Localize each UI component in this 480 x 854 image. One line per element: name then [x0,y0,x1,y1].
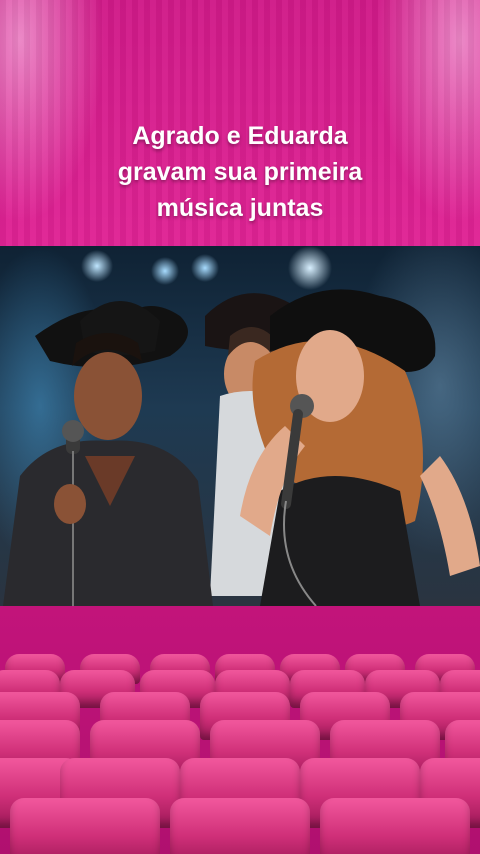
singers-illustration [3,289,480,606]
caption-line-2: gravam sua primeira [117,158,363,186]
theater-seats [0,640,480,854]
right-singer-figure [240,289,480,606]
seat [320,798,470,854]
caption-line-3: música juntas [156,194,324,222]
left-singer-figure [3,301,213,606]
seat [170,798,310,854]
video-frame[interactable] [0,246,480,606]
video-caption: Agrado e Eduarda gravam sua primeira mús… [40,118,440,226]
seat [10,798,160,854]
cinema-background: Agrado e Eduarda gravam sua primeira mús… [0,0,480,854]
caption-line-1: Agrado e Eduarda [132,122,348,150]
